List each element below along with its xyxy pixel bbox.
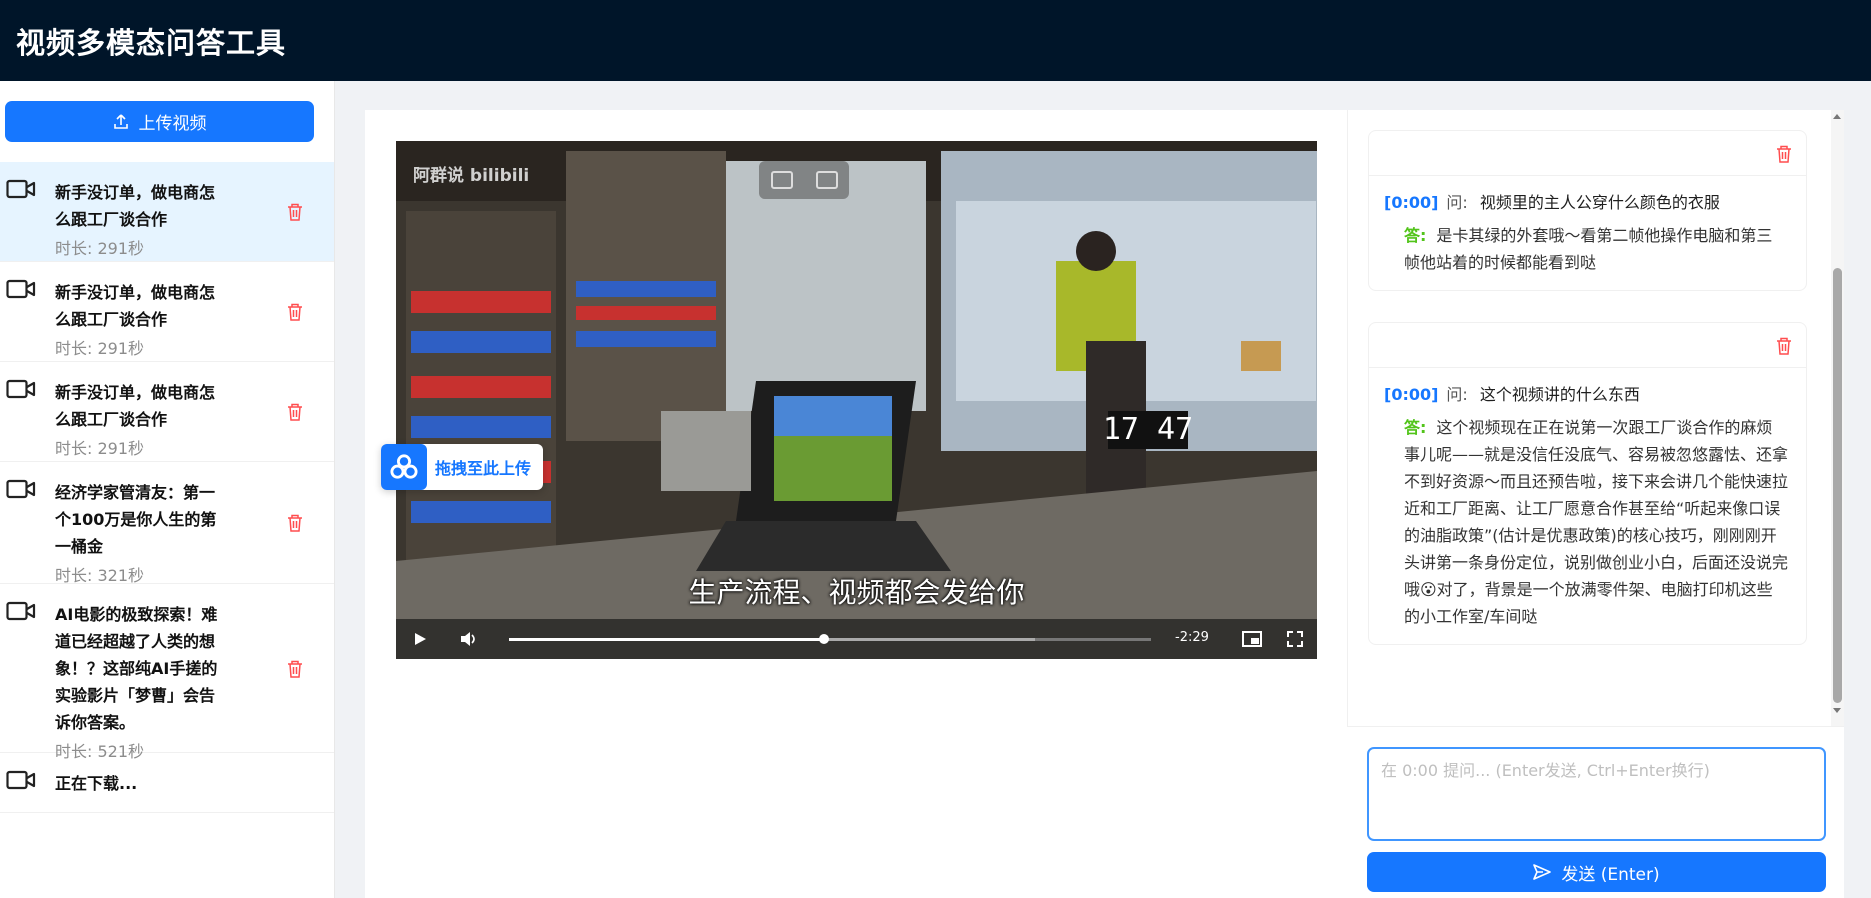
video-title: 新手没订单，做电商怎么跟工厂谈合作 bbox=[55, 383, 216, 429]
qa-timestamp[interactable]: [0:00] bbox=[1384, 385, 1438, 404]
video-list: 新手没订单，做电商怎么跟工厂谈合作 时长: 291秒 新手没订单，做电商怎么跟工厂谈… bbox=[0, 162, 334, 813]
video-title: 新手没订单，做电商怎么跟工厂谈合作 bbox=[55, 283, 216, 329]
upload-video-label: 上传视频 bbox=[138, 114, 207, 134]
qa-answer-label: 答: bbox=[1404, 226, 1427, 245]
upload-icon bbox=[113, 113, 128, 129]
delete-icon[interactable] bbox=[287, 203, 303, 221]
qa-question-row: [0:00] 问: 视频里的主人公穿什么颜色的衣服 bbox=[1369, 176, 1806, 214]
qa-question-text: 这个视频讲的什么东西 bbox=[1479, 385, 1640, 404]
pip-icon[interactable] bbox=[770, 171, 793, 189]
drag-upload-tip[interactable]: 拖拽至此上传 bbox=[381, 444, 543, 490]
qa-question-row: [0:00] 问: 这个视频讲的什么东西 bbox=[1369, 368, 1806, 406]
video-list-item[interactable]: AI电影的极致探索！难道已经超越了人类的想象！？这部纯AI手搓的实验影片「梦曹」… bbox=[0, 584, 334, 761]
question-input-area: 发送 (Enter) bbox=[1347, 726, 1844, 898]
fullscreen-icon[interactable] bbox=[1287, 631, 1303, 647]
player-panel: 17 47 阿群说 bilibili 生产流程、视频都会发给你 -2:29 bbox=[365, 110, 1347, 898]
video-progress-bar[interactable] bbox=[509, 634, 1151, 644]
video-camera-icon bbox=[6, 479, 36, 499]
delete-icon[interactable] bbox=[1776, 337, 1792, 355]
video-list-item[interactable]: 经济学家管清友：第一个100万是你人生的第一桶金 时长: 321秒 bbox=[0, 462, 334, 585]
video-duration: 时长: 291秒 bbox=[55, 239, 145, 258]
scroll-down-arrow[interactable] bbox=[1833, 708, 1841, 713]
qa-card-header bbox=[1369, 323, 1806, 368]
remaining-time: -2:29 bbox=[1175, 630, 1209, 645]
video-watermark: 阿群说 bilibili bbox=[413, 166, 530, 186]
drag-upload-icon bbox=[381, 444, 427, 490]
qa-answer-row: 答: 是卡其绿的外套哦～看第二帧他操作电脑和第三帧他站着的时候都能看到哒 bbox=[1369, 214, 1806, 290]
video-duration: 时长: 291秒 bbox=[55, 339, 145, 358]
drag-upload-label: 拖拽至此上传 bbox=[435, 459, 532, 478]
send-button[interactable]: 发送 (Enter) bbox=[1367, 852, 1826, 892]
video-camera-icon bbox=[6, 770, 36, 790]
qa-question-label: 问: bbox=[1446, 193, 1468, 212]
video-list-item[interactable]: 正在下载... bbox=[0, 753, 334, 813]
delete-icon[interactable] bbox=[287, 514, 303, 532]
qa-history-panel: [0:00] 问: 视频里的主人公穿什么颜色的衣服 答: 是卡其绿的外套哦～看第二帧他… bbox=[1347, 110, 1844, 726]
video-overlay-actions bbox=[759, 161, 849, 199]
app-title: 视频多模态问答工具 bbox=[16, 25, 287, 60]
video-subtitle: 生产流程、视频都会发给你 bbox=[688, 576, 1025, 609]
qa-card: [0:00] 问: 这个视频讲的什么东西 答: 这个视频现在正在说第一次跟工厂谈合作的… bbox=[1368, 322, 1807, 645]
delete-icon[interactable] bbox=[287, 403, 303, 421]
video-camera-icon bbox=[6, 279, 36, 299]
video-camera-icon bbox=[6, 379, 36, 399]
progress-knob[interactable] bbox=[818, 634, 829, 644]
qa-scrollbar[interactable] bbox=[1831, 110, 1844, 726]
video-title: 经济学家管清友：第一个100万是你人生的第一桶金 bbox=[55, 483, 217, 556]
qa-card-header bbox=[1369, 131, 1806, 176]
video-controls: -2:29 bbox=[396, 619, 1317, 659]
send-icon bbox=[1533, 864, 1552, 880]
video-title: 正在下载... bbox=[55, 774, 138, 793]
play-icon[interactable] bbox=[413, 632, 427, 646]
delete-icon[interactable] bbox=[287, 303, 303, 321]
video-sidebar: 上传视频 新手没订单，做电商怎么跟工厂谈合作 时长: 291秒 新手没订单，做电商怎… bbox=[0, 81, 335, 898]
video-camera-icon bbox=[6, 179, 36, 199]
scrollbar-thumb[interactable] bbox=[1833, 268, 1842, 703]
played-bar bbox=[509, 638, 824, 641]
video-camera-icon bbox=[6, 601, 36, 621]
qa-answer-row: 答: 这个视频现在正在说第一次跟工厂谈合作的麻烦事儿呢——就是没信任没底气、容易被… bbox=[1369, 406, 1806, 644]
qa-question-label: 问: bbox=[1446, 385, 1468, 404]
volume-icon[interactable] bbox=[460, 631, 478, 647]
qa-question-text: 视频里的主人公穿什么颜色的衣服 bbox=[1479, 193, 1720, 212]
delete-icon[interactable] bbox=[1776, 145, 1792, 163]
scroll-up-arrow[interactable] bbox=[1833, 114, 1841, 119]
question-input[interactable] bbox=[1367, 747, 1826, 841]
picture-in-picture-icon[interactable] bbox=[1242, 631, 1262, 647]
video-list-item[interactable]: 新手没订单，做电商怎么跟工厂谈合作时长: 291秒 bbox=[0, 362, 334, 462]
video-title: 新手没订单，做电商怎么跟工厂谈合作 bbox=[55, 183, 216, 229]
svg-text:17 47: 17 47 bbox=[1103, 412, 1193, 447]
video-title: AI电影的极致探索！难道已经超越了人类的想象！？这部纯AI手搓的实验影片「梦曹」… bbox=[55, 605, 218, 732]
delete-icon[interactable] bbox=[287, 660, 303, 678]
qa-answer-text: 这个视频现在正在说第一次跟工厂谈合作的麻烦事儿呢——就是没信任没底气、容易被忽悠… bbox=[1404, 418, 1789, 626]
video-list-item[interactable]: 新手没订单，做电商怎么跟工厂谈合作时长: 291秒 bbox=[0, 262, 334, 362]
upload-video-button[interactable]: 上传视频 bbox=[5, 101, 314, 142]
qa-answer-text: 是卡其绿的外套哦～看第二帧他操作电脑和第三帧他站着的时候都能看到哒 bbox=[1404, 226, 1773, 272]
screenshot-icon[interactable] bbox=[815, 171, 838, 189]
qa-timestamp[interactable]: [0:00] bbox=[1384, 193, 1438, 212]
send-button-label: 发送 (Enter) bbox=[1561, 864, 1660, 885]
video-list-item[interactable]: 新手没订单，做电商怎么跟工厂谈合作时长: 291秒 bbox=[0, 162, 334, 262]
app-header: 视频多模态问答工具 bbox=[0, 0, 1871, 81]
video-duration: 时长: 291秒 bbox=[55, 439, 145, 458]
qa-answer-label: 答: bbox=[1404, 418, 1427, 437]
video-player[interactable]: 17 47 阿群说 bilibili 生产流程、视频都会发给你 -2:29 bbox=[396, 141, 1317, 659]
qa-card: [0:00] 问: 视频里的主人公穿什么颜色的衣服 答: 是卡其绿的外套哦～看第二帧他… bbox=[1368, 130, 1807, 291]
